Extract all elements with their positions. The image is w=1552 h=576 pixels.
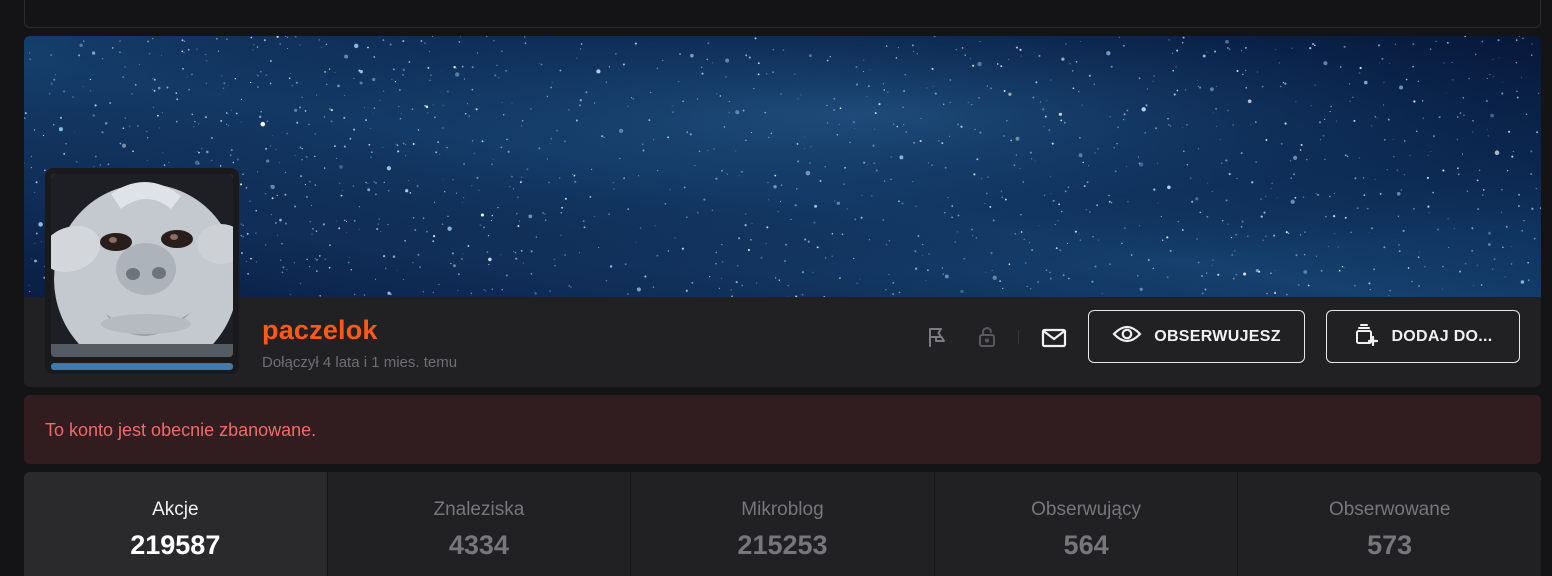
tab-akcje[interactable]: Akcje 219587 <box>24 472 328 576</box>
tab-obserwowane[interactable]: Obserwowane 573 <box>1238 472 1541 576</box>
flag-icon[interactable] <box>923 323 951 351</box>
mail-icon[interactable] <box>1040 324 1068 352</box>
stat-value: 4334 <box>448 530 509 560</box>
observe-button-label: OBSERWUJESZ <box>1154 327 1281 345</box>
stat-label: Mikroblog <box>741 499 824 520</box>
stat-value: 573 <box>1367 530 1413 560</box>
eye-icon <box>1112 324 1142 349</box>
profile-banner <box>24 36 1541 297</box>
tab-mikroblog[interactable]: Mikroblog 215253 <box>631 472 935 576</box>
joined-date: Dołączył 4 lata i 1 mies. temu <box>262 354 458 371</box>
stat-value: 215253 <box>737 530 828 560</box>
stat-value: 219587 <box>130 530 221 560</box>
avatar-status-bar <box>51 363 233 370</box>
actions-divider <box>1018 330 1019 344</box>
profile-stats-tabs: Akcje 219587 Znaleziska 4334 Mikroblog 2… <box>24 472 1541 576</box>
add-to-button-label: DODAJ DO... <box>1391 327 1493 345</box>
profile-username[interactable]: paczelok <box>262 315 378 346</box>
tab-obserwujacy[interactable]: Obserwujący 564 <box>935 472 1239 576</box>
top-bar <box>24 0 1541 28</box>
stat-label: Obserwujący <box>1031 499 1141 520</box>
stat-value: 564 <box>1063 530 1109 560</box>
ban-notice: To konto jest obecnie zbanowane. <box>24 395 1541 464</box>
stat-label: Obserwowane <box>1328 499 1451 520</box>
stat-label: Znaleziska <box>433 499 525 520</box>
avatar <box>51 174 233 357</box>
profile-card <box>24 36 1541 387</box>
tab-znaleziska[interactable]: Znaleziska 4334 <box>328 472 632 576</box>
observe-button[interactable]: OBSERWUJESZ <box>1088 310 1305 363</box>
add-to-button[interactable]: DODAJ DO... <box>1326 310 1520 363</box>
lock-icon[interactable] <box>973 323 1001 351</box>
avatar-frame[interactable] <box>45 168 239 374</box>
ban-notice-text: To konto jest obecnie zbanowane. <box>45 420 317 440</box>
stat-label: Akcje <box>152 499 199 520</box>
playlist-add-icon <box>1353 322 1379 351</box>
